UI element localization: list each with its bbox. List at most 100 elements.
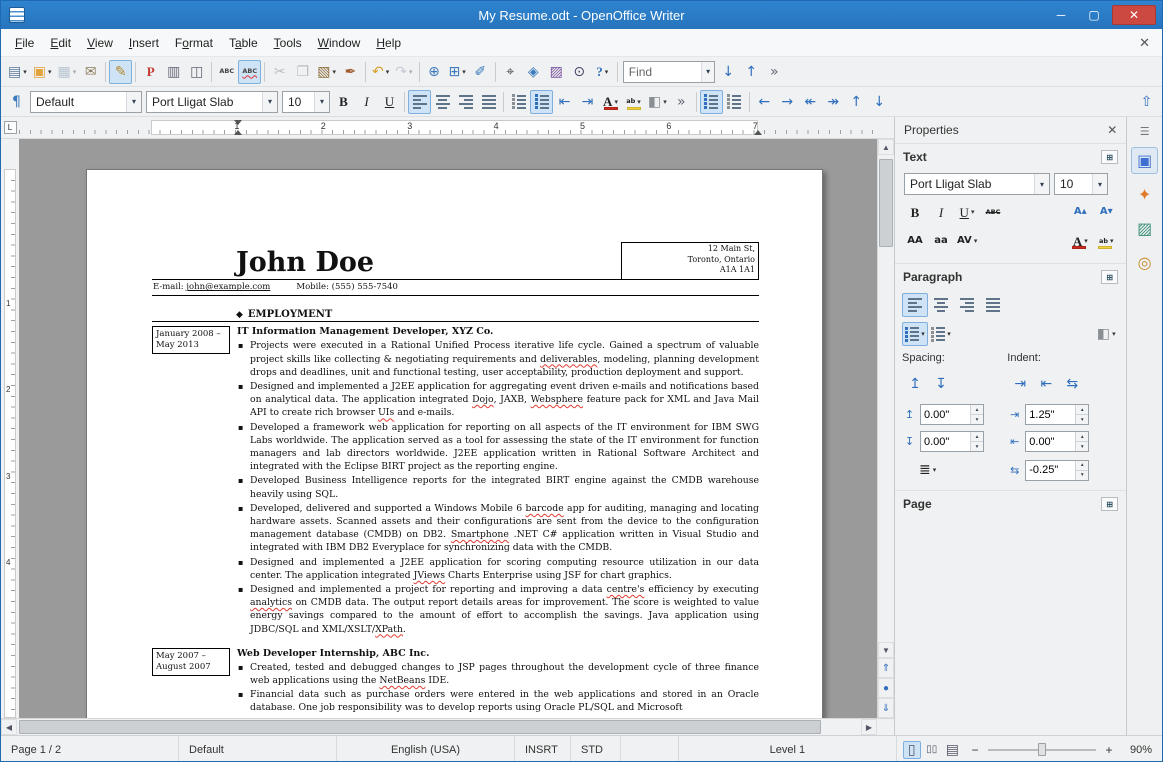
align-left-button[interactable] xyxy=(408,89,431,114)
hyperlink-button[interactable]: ⊕ xyxy=(423,60,446,84)
font-size-combo[interactable]: 10 ▾ xyxy=(282,90,330,113)
promote-subpoints-button[interactable]: ↞ xyxy=(799,90,822,114)
below-spacing-spin[interactable]: ↧ ▴▾ xyxy=(902,431,984,452)
selection-mode-indicator[interactable]: STD xyxy=(571,736,621,761)
step-up-icon[interactable]: ▴ xyxy=(1076,405,1089,414)
page-preview-button[interactable]: ◫ xyxy=(185,60,208,84)
vertical-ruler[interactable]: 1 2 3 4 xyxy=(1,139,19,718)
scroll-up-button[interactable]: ▲ xyxy=(878,139,894,155)
first-line-indent-input[interactable] xyxy=(1026,460,1076,480)
document-page[interactable]: John Doe 12 Main St, Toronto, Ontario A1… xyxy=(86,169,823,718)
titlebar[interactable]: My Resume.odt - OpenOffice Writer ─ ▢ ✕ xyxy=(1,1,1162,29)
open-button[interactable]: ▣ ▾ xyxy=(30,60,55,84)
vertical-scroll-thumb[interactable] xyxy=(879,159,893,247)
maximize-button[interactable]: ▢ xyxy=(1079,5,1109,25)
email-link[interactable]: john@example.com xyxy=(186,282,270,292)
cut-button[interactable]: ✂ xyxy=(268,60,291,84)
edit-file-button[interactable]: ✎ xyxy=(109,59,133,84)
sidebar-increase-indent-button[interactable]: ⇥ xyxy=(1007,372,1033,396)
sidebar-align-justify-button[interactable] xyxy=(980,293,1006,317)
toolbar-options-button[interactable]: » xyxy=(763,60,786,84)
sidebar-close-icon[interactable]: ✕ xyxy=(1107,123,1117,137)
decrease-spacing-button[interactable]: ↧ xyxy=(928,372,954,396)
menu-table[interactable]: Table xyxy=(221,31,266,55)
align-center-button[interactable] xyxy=(431,90,454,114)
vertical-scrollbar[interactable]: ▲ ▼ ⇑ ● ⇓ xyxy=(877,139,894,718)
sidebar-font-name-combo[interactable]: Port Lligat Slab ▾ xyxy=(904,173,1050,195)
decrease-indent-button[interactable]: ⇤ xyxy=(553,90,576,114)
navigation-button[interactable]: ● xyxy=(878,678,894,698)
page-more-options-button[interactable]: ⊞ xyxy=(1101,497,1119,511)
find-input[interactable]: ▾ xyxy=(622,60,715,83)
draw-functions-button[interactable]: ✐ xyxy=(469,60,492,84)
increase-font-size-button[interactable]: A▴ xyxy=(1067,200,1093,224)
move-up-button[interactable]: ↑ xyxy=(845,90,868,114)
indent-after-spin[interactable]: ⇤ ▴▾ xyxy=(1007,431,1119,452)
insert-mode-indicator[interactable]: INSRT xyxy=(515,736,571,761)
sidebar-numbering-button[interactable]: ▾ xyxy=(928,322,954,346)
language-indicator[interactable]: English (USA) xyxy=(337,736,515,761)
horizontal-scroll-thumb[interactable] xyxy=(19,720,821,734)
help-button[interactable]: ? ▾ xyxy=(591,60,614,84)
numbering-button[interactable] xyxy=(507,90,530,114)
scroll-down-button[interactable]: ▼ xyxy=(878,642,894,658)
navigator-button[interactable]: ◈ xyxy=(522,60,545,84)
menu-insert[interactable]: Insert xyxy=(121,31,167,55)
lowercase-button[interactable]: aa xyxy=(928,229,954,253)
chevron-down-icon[interactable]: ▾ xyxy=(126,91,141,112)
zoom-level[interactable]: 90% xyxy=(1122,744,1152,756)
move-down-button[interactable]: ↓ xyxy=(868,90,891,114)
text-more-options-button[interactable]: ⊞ xyxy=(1101,150,1119,164)
sidebar-font-color-button[interactable]: A ▾ xyxy=(1067,229,1093,253)
sidebar-underline-button[interactable]: U ▾ xyxy=(954,200,980,224)
menu-edit[interactable]: Edit xyxy=(42,31,79,55)
first-line-indent-spin[interactable]: ⇆ ▴▾ xyxy=(1007,459,1119,481)
close-button[interactable]: ✕ xyxy=(1112,5,1156,25)
above-spacing-spin[interactable]: ↥ ▴▾ xyxy=(902,404,984,425)
find-replace-button[interactable]: ⌖ xyxy=(499,60,522,84)
step-down-icon[interactable]: ▾ xyxy=(1076,469,1089,480)
chevron-down-icon[interactable]: ▾ xyxy=(314,91,329,112)
step-down-icon[interactable]: ▾ xyxy=(971,441,983,451)
paragraph-section-header[interactable]: Paragraph ⊞ xyxy=(902,266,1119,288)
sidebar-strikethrough-button[interactable]: ABC xyxy=(980,200,1006,224)
demote-level-button[interactable]: → xyxy=(776,90,799,114)
background-color-button[interactable]: ◧ ▾ xyxy=(645,90,670,114)
bullets-toggle-button[interactable] xyxy=(699,89,723,114)
document-close-icon[interactable]: ✕ xyxy=(1139,35,1150,51)
toolbar-up-arrow-button[interactable]: ⇧ xyxy=(1135,90,1158,114)
zoom-in-button[interactable]: + xyxy=(1102,743,1116,757)
copy-button[interactable]: ❐ xyxy=(291,60,314,84)
sidebar-align-center-button[interactable] xyxy=(928,293,954,317)
paragraph-background-button[interactable]: ◧ ▾ xyxy=(1093,322,1119,346)
find-next-button[interactable]: ↓ xyxy=(717,60,740,84)
find-input-field[interactable] xyxy=(628,64,698,79)
step-down-icon[interactable]: ▾ xyxy=(1076,414,1089,424)
save-button[interactable]: ▦ ▾ xyxy=(55,60,80,84)
previous-page-button[interactable]: ⇑ xyxy=(878,658,894,678)
horizontal-scroll-track[interactable] xyxy=(17,719,861,735)
book-view-button[interactable]: ▤ xyxy=(943,741,962,759)
indent-after-input[interactable] xyxy=(1026,432,1076,451)
scroll-right-button[interactable]: ▶ xyxy=(861,719,877,735)
sidebar-align-left-button[interactable] xyxy=(902,293,928,317)
menu-window[interactable]: Window xyxy=(310,31,369,55)
paragraph-more-options-button[interactable]: ⊞ xyxy=(1101,270,1119,284)
sidebar-bold-button[interactable]: B xyxy=(902,200,928,224)
sidebar-bullets-button[interactable]: ▾ xyxy=(902,322,928,346)
redo-button[interactable]: ↷ ▾ xyxy=(392,60,415,84)
indent-before-spin[interactable]: ⇥ ▴▾ xyxy=(1007,404,1119,425)
toolbar-more-button[interactable]: » xyxy=(670,90,693,114)
sidebar-font-size-combo[interactable]: 10 ▾ xyxy=(1054,173,1108,195)
step-up-icon[interactable]: ▴ xyxy=(1076,460,1089,470)
increase-indent-button[interactable]: ⇥ xyxy=(576,90,599,114)
paste-button[interactable]: ▧ ▾ xyxy=(314,60,339,84)
export-pdf-button[interactable]: P xyxy=(139,60,162,84)
character-spacing-button[interactable]: AV ▾ xyxy=(954,229,980,253)
new-document-button[interactable]: ▤ ▾ xyxy=(5,60,30,84)
underline-button[interactable]: U xyxy=(378,90,401,114)
tab-properties[interactable]: ▣ xyxy=(1131,147,1159,174)
align-right-button[interactable] xyxy=(454,90,477,114)
menu-tools[interactable]: Tools xyxy=(266,31,310,55)
tab-gallery[interactable]: ▨ xyxy=(1131,215,1158,242)
